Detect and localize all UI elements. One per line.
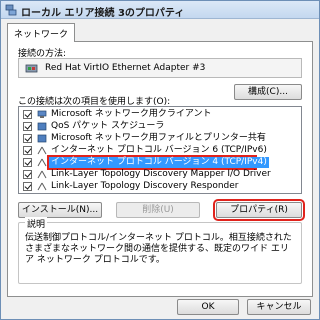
network-adapter-icon	[25, 64, 38, 73]
item-checkbox[interactable]	[23, 146, 32, 155]
list-item[interactable]: QoS パケット スケジューラ	[19, 121, 299, 132]
adapter-name: Red Hat VirtIO Ethernet Adapter #3	[45, 63, 206, 73]
tab-network[interactable]: ネットワーク	[7, 23, 76, 42]
description-group: 説明 伝送制御プロトコル/インターネット プロトコル。相互接続されたさまざまなネ…	[18, 217, 302, 284]
item-checkbox[interactable]	[23, 158, 32, 167]
uninstall-button[interactable]: 削除(U)	[116, 202, 200, 218]
item-label: Microsoft ネットワーク用クライアント	[51, 109, 212, 119]
adapter-box: Red Hat VirtIO Ethernet Adapter #3	[18, 58, 302, 78]
service-icon	[37, 134, 47, 143]
item-checkbox[interactable]	[23, 110, 32, 119]
cancel-button[interactable]: キャンセル	[247, 299, 311, 315]
properties-button[interactable]: プロパティ(R)	[213, 199, 305, 221]
list-item[interactable]: Link-Layer Topology Discovery Mapper I/O…	[19, 169, 299, 180]
protocol-icon	[37, 170, 47, 179]
items-list[interactable]: Microsoft ネットワーク用クライアント QoS パケット スケジューラ …	[18, 106, 302, 194]
item-checkbox[interactable]	[23, 134, 32, 143]
item-label: Link-Layer Topology Discovery Responder	[51, 181, 239, 191]
network-client-icon	[37, 110, 47, 118]
network-connection-icon	[5, 4, 17, 16]
properties-dialog: ローカル エリア接続 3のプロパティ ネットワーク 接続の方法: Red Hat…	[0, 0, 320, 320]
item-label: Microsoft ネットワーク用ファイルとプリンター共有	[51, 133, 266, 143]
ok-button[interactable]: OK	[177, 299, 239, 315]
item-label: Link-Layer Topology Discovery Mapper I/O…	[51, 169, 271, 179]
protocol-icon	[37, 182, 47, 191]
item-label: インターネット プロトコル バージョン 6 (TCP/IPv6)	[51, 145, 267, 155]
description-title: 説明	[25, 217, 48, 230]
tab-strip: ネットワーク	[7, 23, 315, 42]
protocol-icon	[37, 146, 47, 155]
item-label: インターネット プロトコル バージョン 4 (TCP/IPv4)	[49, 157, 269, 168]
list-item[interactable]: インターネット プロトコル バージョン 6 (TCP/IPv6)	[19, 145, 299, 156]
title-bar[interactable]: ローカル エリア接続 3のプロパティ	[1, 1, 319, 19]
description-text: 伝送制御プロトコル/インターネット プロトコル。相互接続されたさまざまなネットワ…	[25, 233, 292, 265]
item-label: QoS パケット スケジューラ	[51, 121, 165, 131]
install-button[interactable]: インストール(N)...	[18, 202, 102, 218]
tab-panel-network: 接続の方法: Red Hat VirtIO Ethernet Adapter #…	[7, 41, 313, 297]
item-checkbox[interactable]	[23, 122, 32, 131]
window-title: ローカル エリア接続 3のプロパティ	[21, 8, 185, 19]
list-item-selected[interactable]: インターネット プロトコル バージョン 4 (TCP/IPv4)	[23, 155, 269, 170]
list-item[interactable]: Microsoft ネットワーク用クライアント	[19, 109, 299, 120]
service-icon	[37, 122, 47, 131]
list-item[interactable]: Microsoft ネットワーク用ファイルとプリンター共有	[19, 133, 299, 144]
item-checkbox[interactable]	[23, 170, 32, 179]
protocol-icon	[37, 158, 47, 167]
item-checkbox[interactable]	[23, 182, 32, 191]
configure-button[interactable]: 構成(C)...	[234, 84, 302, 100]
list-item[interactable]: Link-Layer Topology Discovery Responder	[19, 181, 299, 192]
